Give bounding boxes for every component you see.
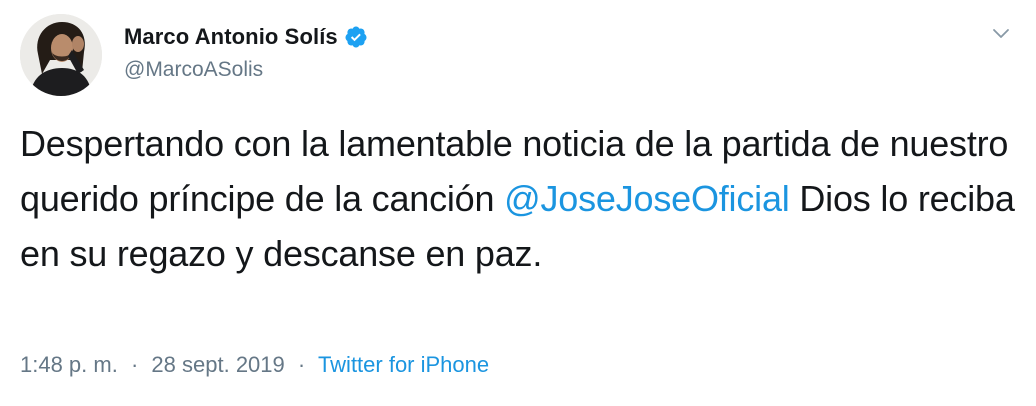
tweet-meta: 1:48 p. m. · 28 sept. 2019 · Twitter for… (20, 352, 489, 378)
tweet-text: Despertando con la lamentable noticia de… (20, 116, 1020, 281)
mention-link[interactable]: @JoseJoseOficial (504, 178, 790, 219)
author-display-name[interactable]: Marco Antonio Solís (124, 24, 338, 50)
meta-separator: · (130, 352, 139, 377)
tweet-card: Marco Antonio Solís @MarcoASolis Despert… (0, 0, 1036, 406)
meta-separator-2: · (297, 352, 306, 377)
author-names: Marco Antonio Solís @MarcoASolis (124, 14, 368, 82)
avatar[interactable] (20, 14, 102, 96)
chevron-down-icon[interactable] (990, 22, 1012, 44)
tweet-time[interactable]: 1:48 p. m. (20, 352, 118, 377)
name-row: Marco Antonio Solís (124, 21, 368, 53)
author-handle[interactable]: @MarcoASolis (124, 58, 368, 82)
tweet-date[interactable]: 28 sept. 2019 (151, 352, 284, 377)
tweet-source-link[interactable]: Twitter for iPhone (318, 352, 489, 377)
verified-badge-icon (344, 25, 368, 49)
tweet-header: Marco Antonio Solís @MarcoASolis (20, 14, 368, 98)
